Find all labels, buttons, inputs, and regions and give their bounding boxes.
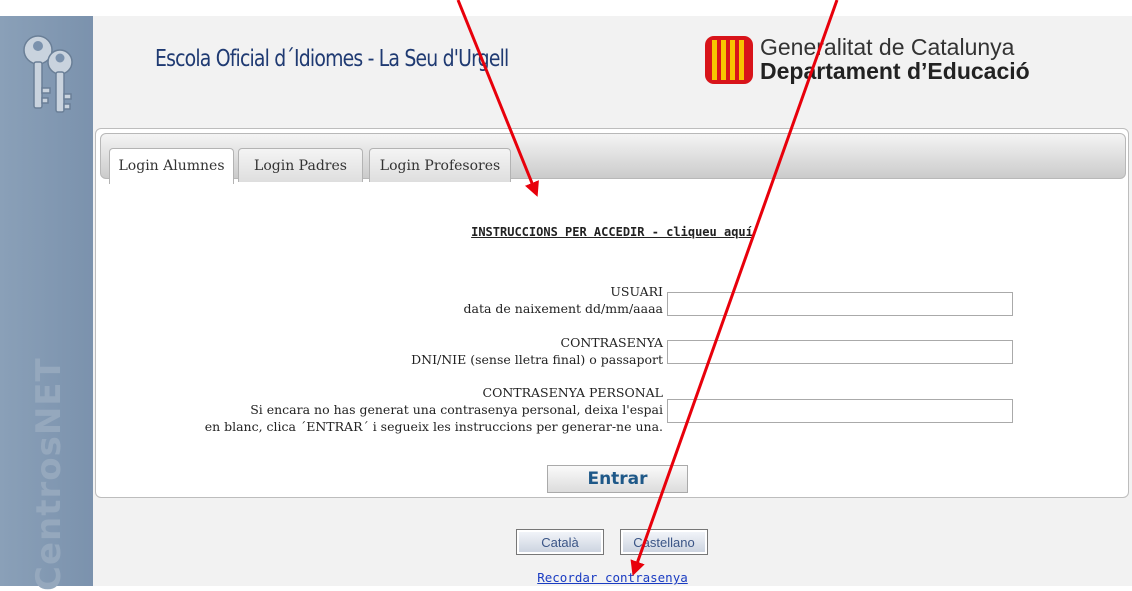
- password-hint: DNI/NIE (sense lletra final) o passaport: [411, 352, 663, 367]
- castellano-button[interactable]: Castellano: [620, 529, 708, 555]
- catala-button[interactable]: Català: [516, 529, 604, 555]
- password-input[interactable]: [667, 340, 1013, 364]
- header: Escola Oficial d´Idiomes - La Seu d'Urge…: [93, 16, 1132, 126]
- centrosnet-brand: CentrosNET: [29, 357, 69, 591]
- department-name: Departament d’Educació: [760, 58, 1030, 84]
- instructions-link[interactable]: INSTRUCCIONS PER ACCEDIR - cliqueu aquí: [96, 225, 1128, 239]
- recordar-contrasenya-link[interactable]: Recordar contrasenya: [93, 570, 1132, 585]
- password-label: CONTRASENYA: [560, 335, 663, 350]
- content-area: Login Alumnes Login Padres Login Profeso…: [93, 126, 1132, 586]
- generalitat-logo-icon: [705, 36, 753, 84]
- user-input[interactable]: [667, 292, 1013, 316]
- tab-login-padres[interactable]: Login Padres: [238, 148, 363, 182]
- school-title: Escola Oficial d´Idiomes - La Seu d'Urge…: [155, 46, 509, 72]
- tab-login-alumnes[interactable]: Login Alumnes: [109, 148, 234, 184]
- login-panel: Login Alumnes Login Padres Login Profeso…: [95, 128, 1129, 498]
- tab-login-profesores[interactable]: Login Profesores: [369, 148, 511, 182]
- tabs-bar: Login Alumnes Login Padres Login Profeso…: [100, 133, 1126, 184]
- personal-password-input[interactable]: [667, 399, 1013, 423]
- entrar-button[interactable]: Entrar: [547, 465, 688, 493]
- sidebar-strip: CentrosNET: [0, 16, 93, 591]
- personal-password-hint-1: Si encara no has generat una contrasenya…: [250, 402, 663, 417]
- generalitat-name: Generalitat de Catalunya: [760, 34, 1015, 60]
- personal-password-label: CONTRASENYA PERSONAL: [482, 385, 663, 400]
- keys-icon: [23, 35, 73, 113]
- user-label: USUARI: [610, 284, 663, 299]
- personal-password-hint-2: en blanc, clica ´ENTRAR´ i segueix les i…: [204, 419, 663, 434]
- user-hint: data de naixement dd/mm/aaaa: [463, 301, 663, 316]
